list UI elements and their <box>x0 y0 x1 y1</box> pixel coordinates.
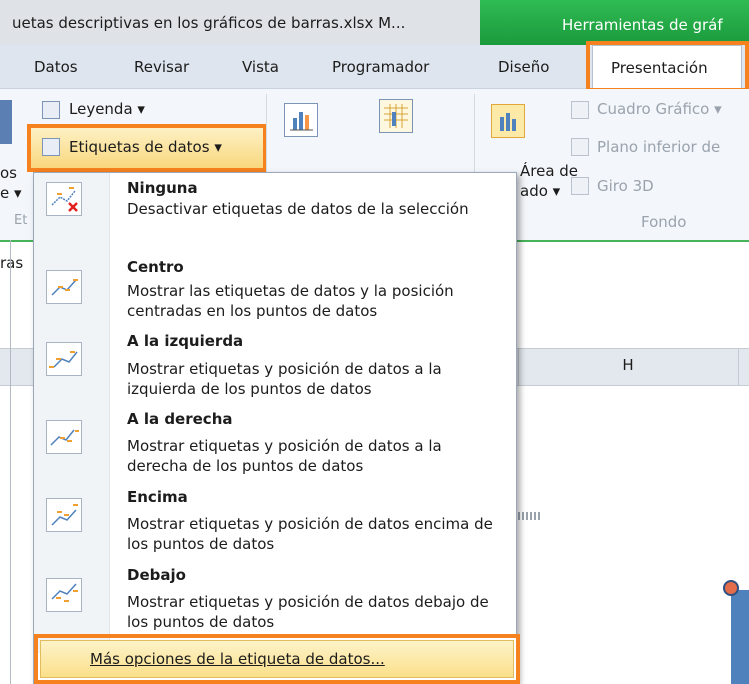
group-label-etiquetas: Et <box>14 213 28 228</box>
data-labels-center-icon <box>46 270 82 304</box>
clipped-button-icon <box>0 100 12 144</box>
data-labels-left-icon <box>46 342 82 376</box>
context-tools-title: Herramientas de gráf <box>562 16 723 34</box>
menu-item-desc: Mostrar etiquetas y posición de datos de… <box>127 593 489 631</box>
menu-item-desc: Mostrar etiquetas y posición de datos a … <box>127 360 442 398</box>
menu-item-izquierda[interactable]: A la izquierda <box>127 332 243 350</box>
tab-vista[interactable]: Vista <box>242 45 279 89</box>
rotation-3d-icon <box>571 177 589 195</box>
etiquetas-highlight <box>27 124 267 172</box>
menu-item-encima[interactable]: Encima <box>127 488 188 506</box>
clipped-label-1: os <box>0 164 17 182</box>
data-labels-none-icon <box>46 182 82 216</box>
chart-wall-icon <box>571 101 589 119</box>
column-header-h[interactable]: H <box>518 356 738 374</box>
formula-bar-text: ras <box>0 254 24 272</box>
chart-border <box>10 240 11 684</box>
menu-item-centro[interactable]: Centro <box>127 258 184 276</box>
tab-programador[interactable]: Programador <box>332 45 429 89</box>
column-divider <box>738 349 739 386</box>
menu-item-ninguna[interactable]: Ninguna <box>127 179 198 197</box>
menu-item-desc: Desactivar etiquetas de datos de la sele… <box>127 200 469 218</box>
chart-resize-handle[interactable] <box>518 512 540 520</box>
presentacion-highlight <box>586 41 749 92</box>
chart-bar[interactable] <box>731 590 749 684</box>
menu-item-desc: Mostrar las etiquetas de datos y la posi… <box>127 282 454 320</box>
menu-item-derecha[interactable]: A la derecha <box>127 410 233 428</box>
data-labels-right-icon <box>46 420 82 454</box>
selected-data-point[interactable] <box>723 580 739 596</box>
axes-icon <box>284 103 318 137</box>
tab-diseno[interactable]: Diseño <box>498 45 549 89</box>
menu-item-desc: Mostrar etiquetas y posición de datos a … <box>127 437 442 475</box>
group-label-fondo: Fondo <box>641 213 687 231</box>
plano-inferior-button[interactable]: Plano inferior de <box>597 138 720 156</box>
plot-area-icon[interactable] <box>491 104 525 138</box>
tab-datos[interactable]: Datos <box>34 45 78 89</box>
menu-item-debajo[interactable]: Debajo <box>127 566 186 584</box>
area-label-top: Área de <box>520 162 579 180</box>
window-title: uetas descriptivas en los gráficos de ba… <box>0 0 480 45</box>
leyenda-button[interactable]: Leyenda ▾ <box>69 100 145 118</box>
clipped-label-2: e ▾ <box>0 184 22 202</box>
gridlines-icon <box>379 99 413 133</box>
more-options-highlight <box>34 634 520 684</box>
data-labels-above-icon <box>46 498 82 532</box>
menu-item-desc: Mostrar etiquetas y posición de datos en… <box>127 515 493 553</box>
chart-floor-icon <box>571 138 589 156</box>
cuadro-grafico-button[interactable]: Cuadro Gráfico ▾ <box>597 100 722 118</box>
data-labels-below-icon <box>46 578 82 612</box>
area-label-bottom[interactable]: ado ▾ <box>520 182 560 200</box>
legend-icon <box>42 101 60 119</box>
chart-area[interactable] <box>518 387 749 684</box>
tab-revisar[interactable]: Revisar <box>134 45 189 89</box>
giro-3d-button[interactable]: Giro 3D <box>597 177 654 195</box>
